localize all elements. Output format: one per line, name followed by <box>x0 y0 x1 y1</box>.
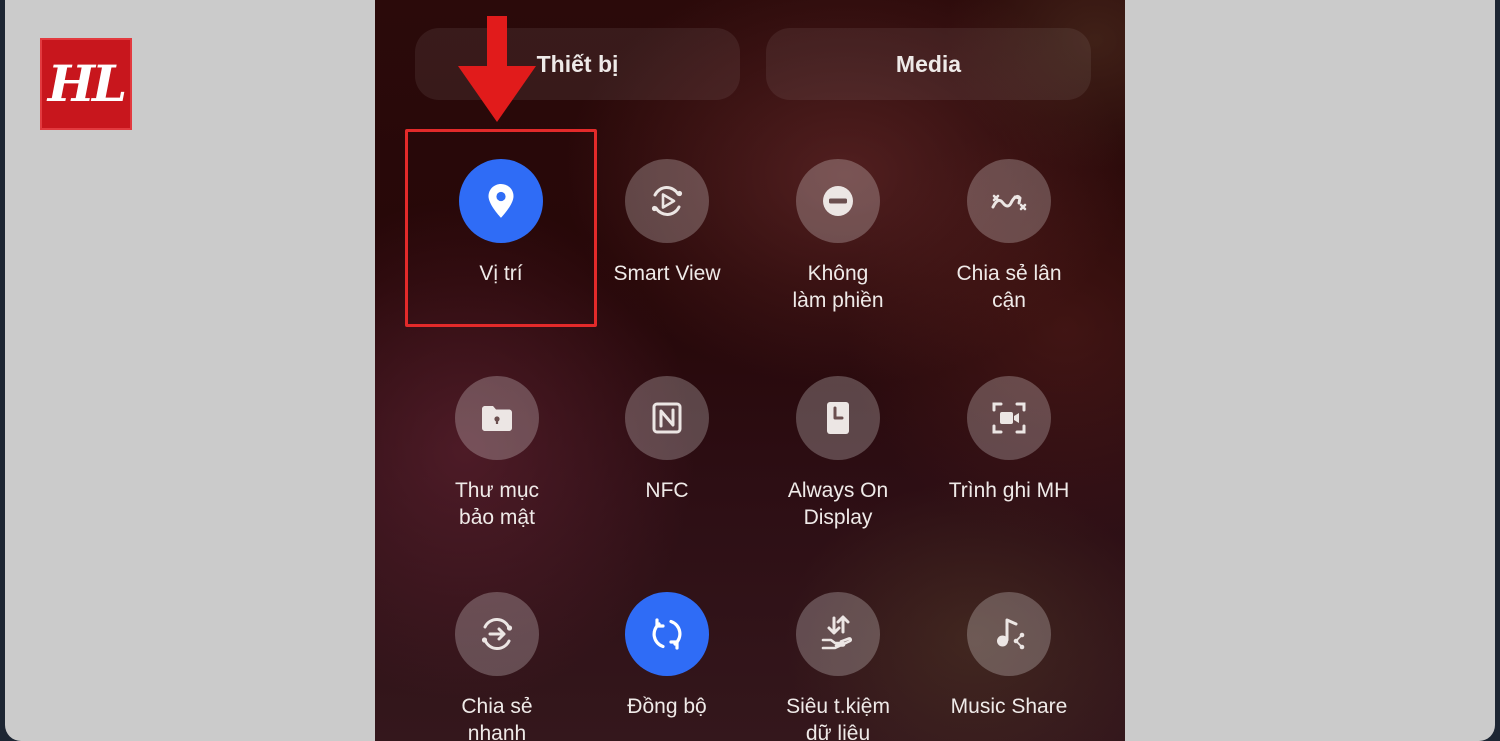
tile-music-share-label: Music Share <box>950 695 1068 718</box>
tile-data-saver-label: Siêu t.kiệm dữ liệu <box>786 695 890 741</box>
screen-recorder-icon <box>992 402 1026 434</box>
tile-screen-recorder[interactable]: Trình ghi MH <box>924 376 1094 504</box>
always-on-display-icon <box>827 402 849 434</box>
smart-view-icon <box>651 186 683 216</box>
tile-nearby-share[interactable]: Chia sẻ lân cận <box>924 159 1094 314</box>
brand-logo-text: HL <box>47 54 127 113</box>
tile-secure-folder-button[interactable] <box>455 376 539 460</box>
music-share-icon <box>997 618 1025 650</box>
location-highlight-box <box>405 129 597 327</box>
tab-media-output[interactable]: Media <box>766 28 1091 100</box>
tile-secure-folder[interactable]: Thư mục bảo mật <box>412 376 582 531</box>
secure-folder-icon <box>482 406 512 431</box>
tile-quick-share-button[interactable] <box>455 592 539 676</box>
tile-nfc-label: NFC <box>645 479 689 502</box>
tile-quick-share-label: Chia sẻ nhanh <box>461 695 533 741</box>
tile-data-saver[interactable]: Siêu t.kiệm dữ liệu <box>753 592 923 741</box>
sync-icon <box>652 618 682 650</box>
data-saver-icon <box>821 615 853 650</box>
tile-secure-folder-label: Thư mục bảo mật <box>454 479 540 529</box>
tile-nfc[interactable]: NFC <box>582 376 752 504</box>
tile-smart-view[interactable]: Smart View <box>582 159 752 287</box>
nfc-icon <box>652 402 682 434</box>
tile-always-on-display-button[interactable] <box>796 376 880 460</box>
tile-nearby-share-label: Chia sẻ lân cận <box>956 262 1062 312</box>
tile-sync-button[interactable] <box>625 592 709 676</box>
quick-settings-panel: Thiết bị Media Vị trí Smart View Không l… <box>375 0 1125 741</box>
quick-share-icon <box>481 617 513 651</box>
tile-smart-view-label: Smart View <box>613 262 721 285</box>
tile-always-on-display[interactable]: Always On Display <box>753 376 923 531</box>
nearby-share-icon <box>991 194 1027 211</box>
tile-music-share-button[interactable] <box>967 592 1051 676</box>
tile-always-on-display-label: Always On Display <box>787 479 889 529</box>
tile-data-saver-button[interactable] <box>796 592 880 676</box>
tile-music-share[interactable]: Music Share <box>924 592 1094 720</box>
do-not-disturb-icon <box>823 186 853 216</box>
brand-logo: HL <box>40 38 132 130</box>
arrow-down-icon <box>458 16 536 122</box>
tile-nearby-share-button[interactable] <box>967 159 1051 243</box>
tile-do-not-disturb[interactable]: Không làm phiền <box>753 159 923 314</box>
tile-do-not-disturb-button[interactable] <box>796 159 880 243</box>
tile-quick-share[interactable]: Chia sẻ nhanh <box>412 592 582 741</box>
tile-sync-label: Đồng bộ <box>627 695 707 718</box>
tile-screen-recorder-label: Trình ghi MH <box>948 479 1070 502</box>
tile-smart-view-button[interactable] <box>625 159 709 243</box>
tile-do-not-disturb-label: Không làm phiền <box>792 262 884 312</box>
tile-nfc-button[interactable] <box>625 376 709 460</box>
tile-sync[interactable]: Đồng bộ <box>582 592 752 720</box>
tile-screen-recorder-button[interactable] <box>967 376 1051 460</box>
screenshot-frame: HL Thiết bị Media Vị trí Smart View Khôn… <box>5 0 1495 741</box>
